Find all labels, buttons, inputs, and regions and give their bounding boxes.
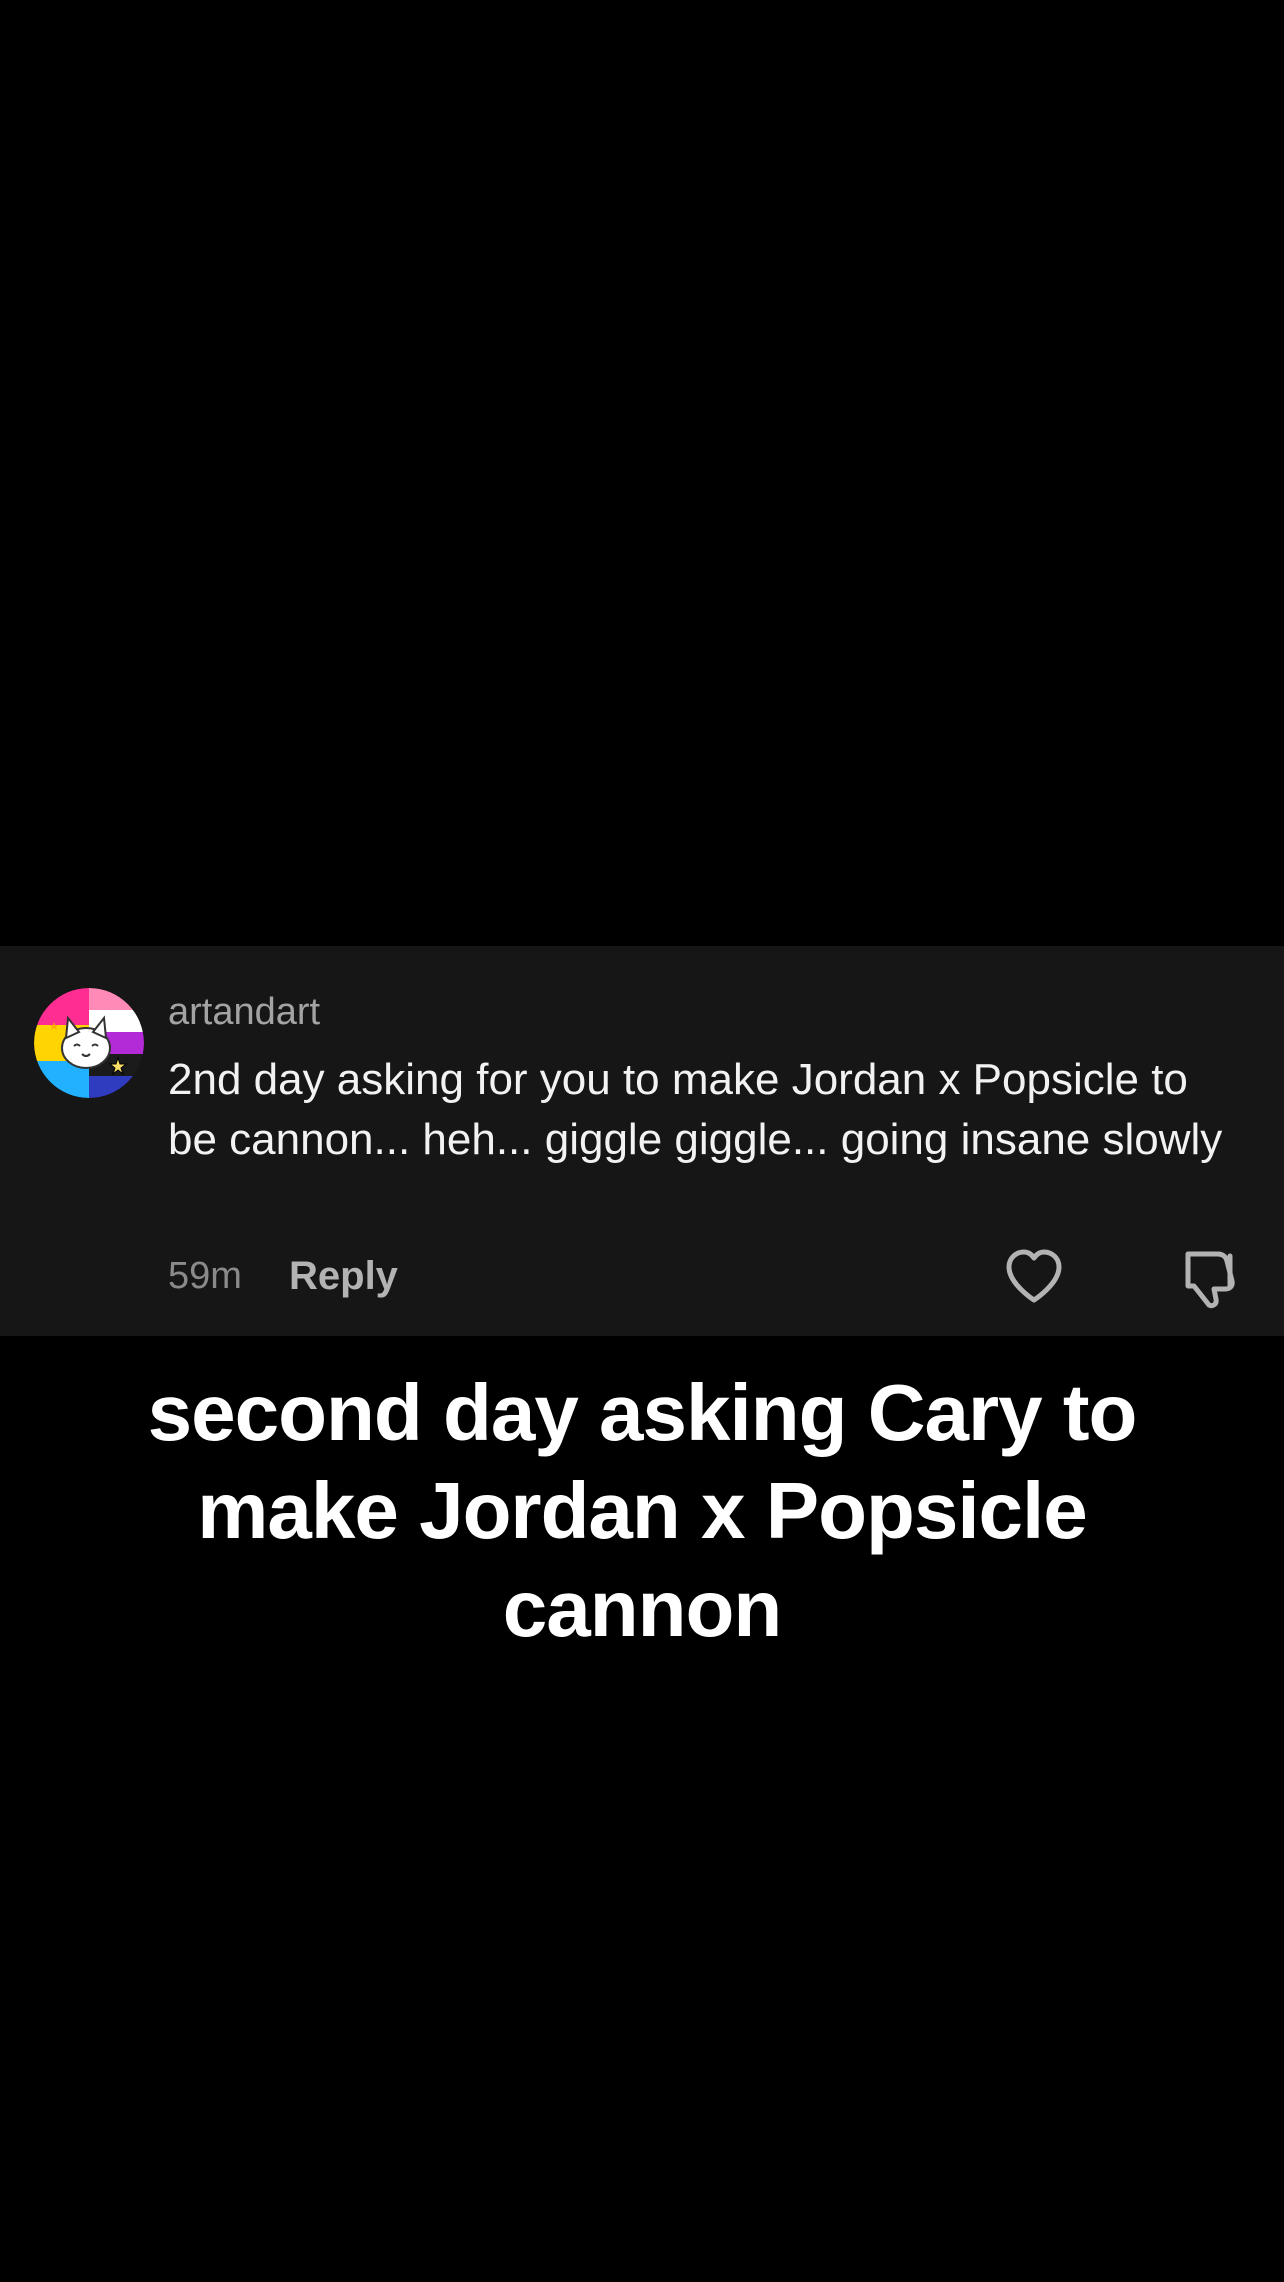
video-caption: second day asking Cary to make Jordan x … bbox=[92, 1364, 1192, 1658]
comment-username[interactable]: artandart bbox=[168, 988, 320, 1036]
like-button[interactable] bbox=[1004, 1248, 1064, 1306]
heart-outline-icon bbox=[1006, 1249, 1062, 1303]
caption-line: make Jordan x Popsicle bbox=[197, 1466, 1088, 1555]
dislike-button[interactable] bbox=[1180, 1248, 1242, 1310]
reply-button[interactable]: Reply bbox=[289, 1251, 398, 1301]
thumbs-down-outline-icon bbox=[1185, 1251, 1235, 1309]
pride-flag-cat-avatar-icon bbox=[34, 988, 144, 1098]
comment-text: 2nd day asking for you to make Jordan x … bbox=[168, 1055, 1223, 1164]
caption-line: cannon bbox=[502, 1564, 782, 1653]
caption-line: second day asking Cary to bbox=[147, 1368, 1138, 1457]
avatar[interactable] bbox=[34, 988, 144, 1098]
comment-timestamp: 59m bbox=[168, 1255, 242, 1297]
